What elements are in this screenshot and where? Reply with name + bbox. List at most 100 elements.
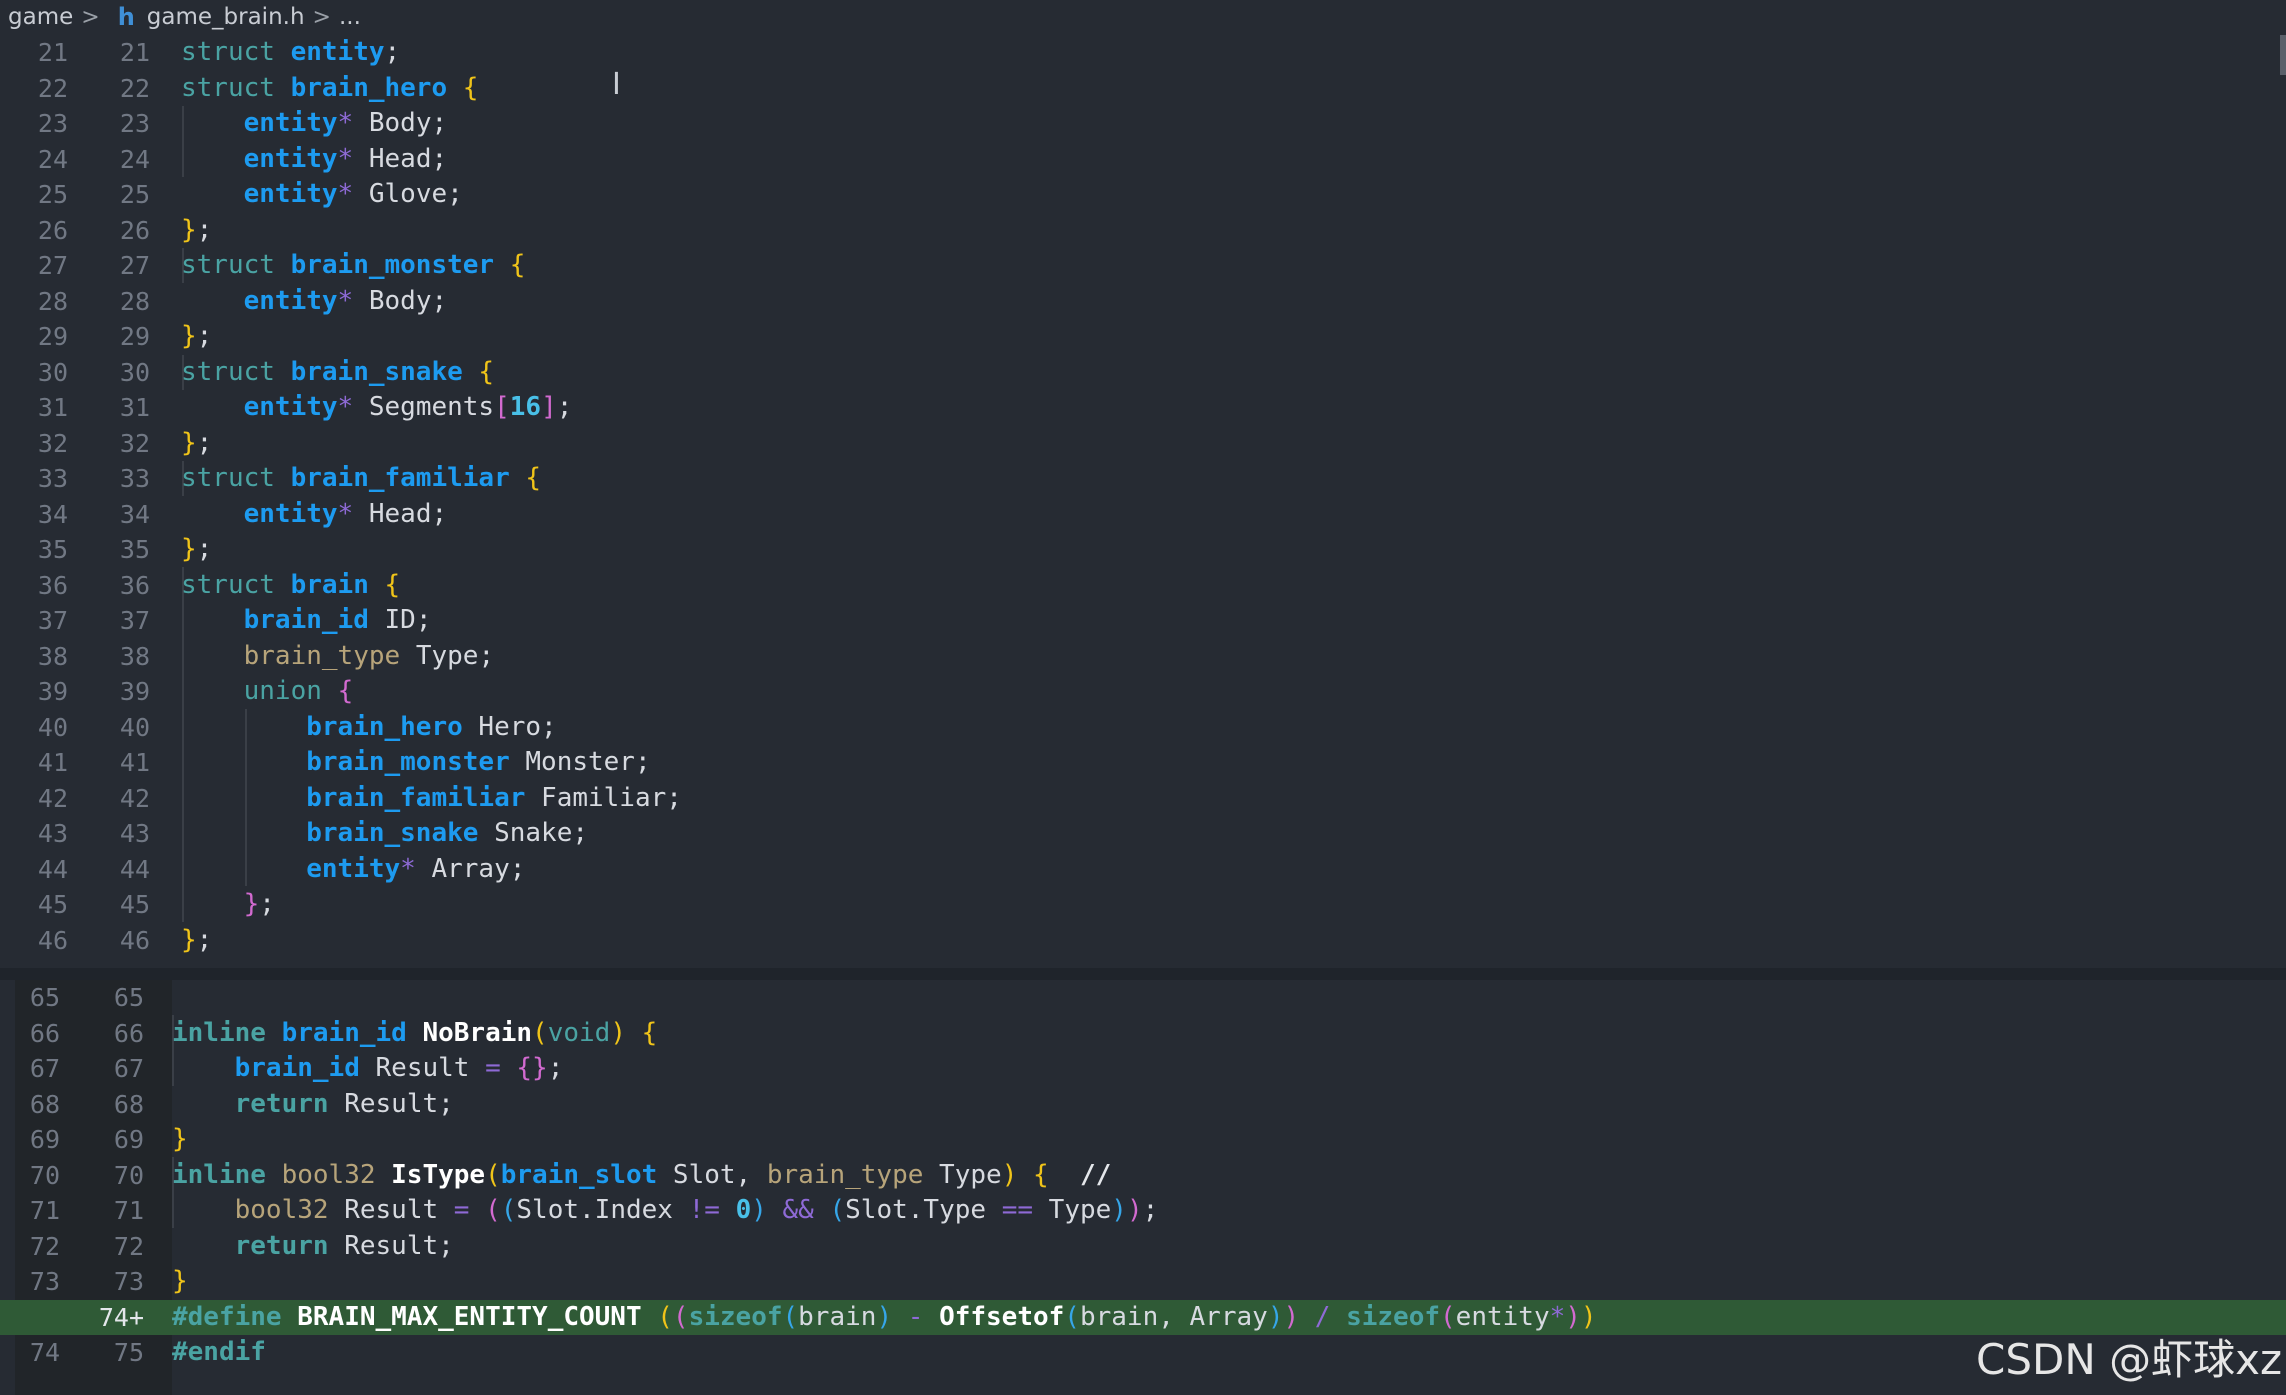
new-line-number: 33 — [119, 464, 150, 493]
old-line-number: 37 — [37, 606, 68, 635]
new-line-number: 35 — [119, 535, 150, 564]
old-line-number: 34 — [37, 499, 68, 529]
old-line-number: 46 — [37, 925, 68, 955]
old-line-number: 43 — [37, 819, 68, 848]
old-line-number: 21 — [37, 38, 68, 67]
code-line[interactable]: 70 70 inline bool32 IsType(brain_slot Sl… — [0, 1158, 2286, 1194]
new-line-number: 46 — [119, 925, 150, 955]
code-line[interactable]: 24 24 entity* Head; — [0, 142, 2286, 178]
added-marker-icon: + — [128, 1302, 144, 1332]
code-text: brain_type Type; — [243, 640, 495, 671]
old-line-number: 38 — [37, 641, 68, 671]
code-line[interactable]: 25 25 entity* Glove; — [0, 177, 2286, 213]
old-line-number: 23 — [37, 109, 68, 138]
code-text: entity* Glove; — [243, 179, 463, 209]
new-line-number: 37 — [119, 606, 150, 635]
code-text: entity* Head; — [243, 143, 448, 174]
code-line[interactable]: 42 42 brain_familiar Familiar; — [0, 781, 2286, 817]
new-line-number: 22 — [119, 73, 150, 103]
old-line-number: 44 — [37, 854, 68, 884]
new-line-number: 68 — [113, 1089, 144, 1119]
code-text: }; — [181, 214, 213, 245]
code-line[interactable]: 65 65 — [0, 980, 2286, 1016]
code-line[interactable]: 68 68 return Result; — [0, 1087, 2286, 1123]
new-line-number: 45 — [119, 890, 150, 919]
code-text: bool32 Result = ((Slot.Index != 0) && (S… — [234, 1195, 1159, 1225]
code-text: brain_familiar Familiar; — [306, 782, 682, 813]
code-line[interactable]: 44 44 entity* Array; — [0, 852, 2286, 888]
code-line[interactable]: 37 37 brain_id ID; — [0, 603, 2286, 639]
diff-hunk-bottom[interactable]: 65 65 66 66 inline brain_id NoBrain(void… — [0, 980, 2286, 1395]
code-text: return Result; — [234, 1230, 454, 1261]
breadcrumb-file[interactable]: game_brain.h — [147, 4, 305, 30]
code-line[interactable]: 34 34 entity* Head; — [0, 497, 2286, 533]
code-text: inline bool32 IsType(brain_slot Slot, br… — [172, 1159, 1112, 1190]
code-line[interactable]: 23 23 entity* Body; — [0, 106, 2286, 142]
old-line-number: 67 — [29, 1054, 60, 1083]
code-text: #endif — [172, 1337, 266, 1367]
code-line[interactable]: 30 30 struct brain_snake { — [0, 355, 2286, 391]
code-line[interactable]: 66 66 inline brain_id NoBrain(void) { — [0, 1016, 2286, 1052]
code-text: return Result; — [234, 1088, 454, 1119]
new-line-number: 24 — [119, 144, 150, 174]
code-line[interactable]: 26 26 }; — [0, 213, 2286, 249]
new-line-number: 30 — [119, 357, 150, 387]
new-line-number: 73 — [113, 1267, 144, 1296]
old-line-number: 31 — [37, 393, 68, 422]
new-line-number: 72 — [113, 1231, 144, 1261]
new-line-number: 40 — [119, 712, 150, 742]
code-line[interactable]: 31 31 entity* Segments[16]; — [0, 390, 2286, 426]
code-line[interactable]: 36 36 struct brain { — [0, 568, 2286, 604]
code-text: struct brain_snake { — [181, 356, 495, 387]
code-line[interactable]: 69 69 } — [0, 1122, 2286, 1158]
old-line-number: 32 — [37, 428, 68, 458]
code-line[interactable]: 71 71 bool32 Result = ((Slot.Index != 0)… — [0, 1193, 2286, 1229]
added-code-line[interactable]: 74+ #define BRAIN_MAX_ENTITY_COUNT ((siz… — [0, 1299, 2286, 1335]
new-line-number: 65 — [113, 983, 144, 1012]
code-line[interactable]: 45 45 }; — [0, 887, 2286, 923]
code-line[interactable]: 40 40 brain_hero Hero; — [0, 710, 2286, 746]
chevron-right-icon: > — [312, 4, 331, 30]
code-line[interactable]: 28 28 entity* Body; — [0, 284, 2286, 320]
old-line-number: 25 — [37, 180, 68, 209]
code-text: union { — [243, 676, 354, 706]
code-line[interactable]: 29 29 }; — [0, 319, 2286, 355]
text-cursor-icon: I — [612, 67, 621, 102]
code-line[interactable]: 39 39 union { — [0, 674, 2286, 710]
code-line[interactable]: 27 27 struct brain_monster { — [0, 248, 2286, 284]
breadcrumb-more[interactable]: ... — [339, 4, 361, 30]
new-line-number: 69 — [113, 1125, 144, 1154]
code-text: brain_hero Hero; — [306, 711, 557, 742]
new-line-number: 34 — [119, 499, 150, 529]
code-line[interactable]: 67 67 brain_id Result = {}; — [0, 1051, 2286, 1087]
hunk-divider — [0, 968, 2286, 980]
code-line[interactable]: 33 33 struct brain_familiar { — [0, 461, 2286, 497]
diff-hunk-top[interactable]: 21 21 struct entity; 22 22 struct brain_… — [0, 35, 2286, 968]
old-line-number: 74 — [29, 1338, 60, 1367]
new-line-number: 23 — [119, 109, 150, 138]
new-line-number: 21 — [119, 38, 150, 67]
old-line-number: 70 — [29, 1160, 60, 1190]
old-line-number: 73 — [29, 1267, 60, 1296]
old-line-number: 35 — [37, 535, 68, 564]
code-line[interactable]: 32 32 }; — [0, 426, 2286, 462]
new-line-number: 38 — [119, 641, 150, 671]
code-line[interactable]: 43 43 brain_snake Snake; — [0, 816, 2286, 852]
code-line[interactable]: 22 22 struct brain_hero { — [0, 71, 2286, 107]
old-line-number: 72 — [29, 1231, 60, 1261]
code-line[interactable]: 35 35 }; — [0, 532, 2286, 568]
code-line[interactable]: 21 21 struct entity; — [0, 35, 2286, 71]
code-line[interactable]: 38 38 brain_type Type; — [0, 639, 2286, 675]
code-line[interactable]: 41 41 brain_monster Monster; — [0, 745, 2286, 781]
code-line[interactable]: 74 75 #endif — [0, 1335, 2286, 1371]
old-line-number: 24 — [37, 144, 68, 174]
breadcrumb-folder[interactable]: game — [8, 4, 73, 30]
code-line[interactable]: 46 46 }; — [0, 923, 2286, 959]
code-line[interactable]: 73 73 } — [0, 1264, 2286, 1300]
old-line-number: 22 — [37, 73, 68, 103]
code-line[interactable]: 72 72 return Result; — [0, 1229, 2286, 1265]
new-line-number: 43 — [119, 819, 150, 848]
code-text: struct brain_familiar { — [181, 463, 542, 493]
code-text: brain_monster Monster; — [306, 747, 651, 777]
new-line-number: 67 — [113, 1054, 144, 1083]
